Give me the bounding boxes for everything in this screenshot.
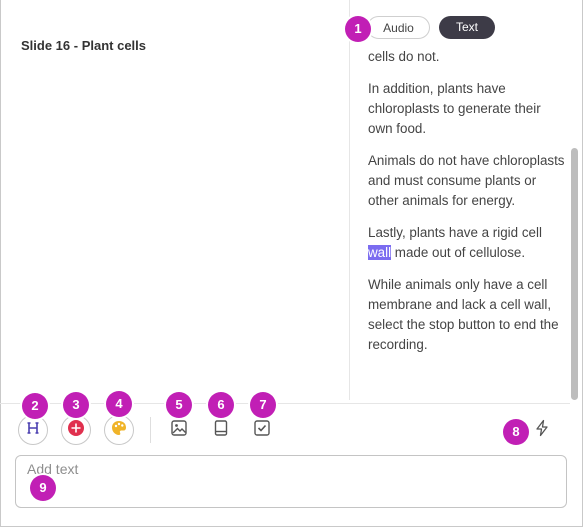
callout-badge-2: 2 [22,393,48,419]
panel-divider [349,0,350,400]
palette-icon [110,419,128,442]
image-icon [170,419,188,442]
callout-badge-8: 8 [503,419,529,445]
record-icon [67,419,85,442]
callout-badge-7: 7 [250,392,276,418]
transcript-panel[interactable]: cells do not. In addition, plants have c… [368,0,568,400]
checkbox-icon [253,419,271,442]
callout-badge-5: 5 [166,392,192,418]
callout-badge-4: 4 [106,391,132,417]
callout-badge-3: 3 [63,392,89,418]
slide-title: Slide 16 - Plant cells [21,38,146,53]
transcript-paragraph: Animals do not have chloroplasts and mus… [368,153,565,208]
heading-icon [26,421,40,440]
highlighted-word[interactable]: wall [368,245,392,260]
book-icon [212,419,230,442]
book-button[interactable] [210,419,232,441]
checkbox-button[interactable] [251,419,273,441]
toolbar-separator [150,417,151,443]
transcript-partial-line: cells do not. [368,49,440,64]
text-before-highlight: Lastly, plants have a rigid cell [368,225,542,240]
add-text-input[interactable] [15,455,567,508]
record-button[interactable] [61,415,91,445]
text-after-highlight: made out of cellulose. [391,245,526,260]
lightning-button[interactable] [531,419,553,441]
lightning-icon [533,419,551,442]
callout-badge-6: 6 [208,392,234,418]
transcript-paragraph-highlighted: Lastly, plants have a rigid cell wall ma… [368,223,568,263]
image-button[interactable] [168,419,190,441]
scrollbar-thumb[interactable] [571,148,578,400]
transcript-paragraph: While animals only have a cell membrane … [368,277,559,352]
heading-button[interactable] [18,415,48,445]
audio-toggle-button[interactable]: Audio [367,16,430,39]
text-toggle-button[interactable]: Text [439,16,495,39]
callout-badge-1: 1 [345,16,371,42]
callout-badge-9: 9 [30,475,56,501]
palette-button[interactable] [104,415,134,445]
transcript-scrollbar[interactable] [570,0,580,400]
transcript-paragraph: In addition, plants have chloroplasts to… [368,81,541,136]
